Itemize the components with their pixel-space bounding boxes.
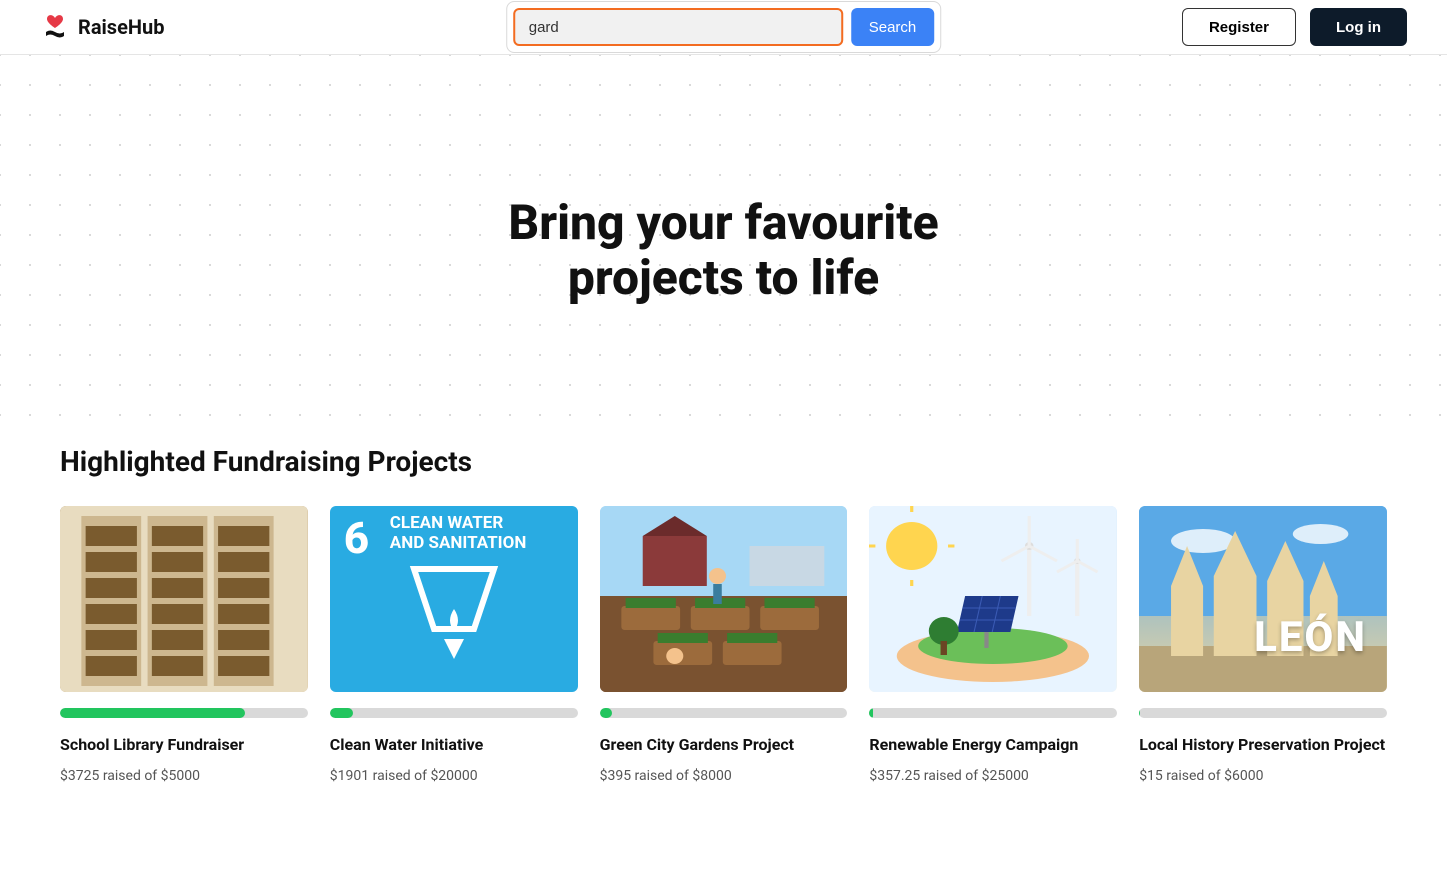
brand-logo-icon [40,12,70,42]
auth-buttons: Register Log in [1182,8,1407,46]
progress-fill [1139,708,1140,718]
search-input[interactable] [513,8,843,46]
project-thumbnail [60,506,308,692]
main: Highlighted Fundraising Projects [0,425,1447,844]
project-card[interactable]: Green City Gardens Project $395 raised o… [600,506,848,784]
progress-bar [869,708,1117,718]
project-card[interactable]: Renewable Energy Campaign $357.25 raised… [869,506,1117,784]
project-title: School Library Fundraiser [60,734,308,756]
search-form: Search [506,1,942,53]
header: RaiseHub Search Register Log in [0,0,1447,55]
brand[interactable]: RaiseHub [40,12,164,42]
thumb-label: CLEAN WATER AND SANITATION [390,514,527,553]
thumb-text: LEÓN [1254,613,1367,662]
project-thumbnail: 6 CLEAN WATER AND SANITATION [330,506,578,692]
progress-bar [600,708,848,718]
project-raised: $1901 raised of $20000 [330,768,578,784]
project-cards: School Library Fundraiser $3725 raised o… [60,506,1387,784]
brand-name: RaiseHub [78,15,164,39]
project-title: Local History Preservation Project [1139,734,1387,756]
progress-fill [330,708,354,718]
search-button[interactable]: Search [851,8,935,46]
project-card[interactable]: 6 CLEAN WATER AND SANITATION Clean Water… [330,506,578,784]
project-title: Green City Gardens Project [600,734,848,756]
project-thumbnail [869,506,1117,692]
hero-title: Bring your favourite projects to life [40,195,1407,305]
progress-fill [600,708,612,718]
progress-bar [330,708,578,718]
progress-fill [869,708,873,718]
project-raised: $395 raised of $8000 [600,768,848,784]
project-card[interactable]: LEÓN Local History Preservation Project … [1139,506,1387,784]
section-title: Highlighted Fundraising Projects [60,445,1387,478]
progress-bar [1139,708,1387,718]
project-raised: $15 raised of $6000 [1139,768,1387,784]
project-raised: $3725 raised of $5000 [60,768,308,784]
hero: Bring your favourite projects to life [0,55,1447,425]
project-card[interactable]: School Library Fundraiser $3725 raised o… [60,506,308,784]
project-raised: $357.25 raised of $25000 [869,768,1117,784]
project-thumbnail: LEÓN [1139,506,1387,692]
register-button[interactable]: Register [1182,8,1296,46]
project-thumbnail [600,506,848,692]
progress-bar [60,708,308,718]
login-button[interactable]: Log in [1310,8,1407,46]
project-title: Renewable Energy Campaign [869,734,1117,756]
project-title: Clean Water Initiative [330,734,578,756]
progress-fill [60,708,245,718]
thumb-big-number: 6 [344,512,369,564]
